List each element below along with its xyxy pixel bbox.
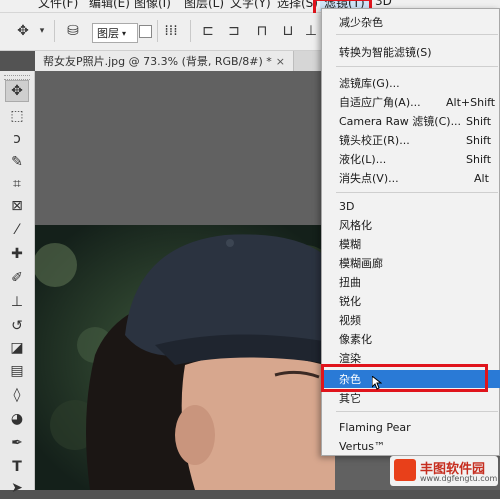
mouse-cursor-icon xyxy=(372,376,382,390)
dodge-tool-icon[interactable]: ◕ xyxy=(5,408,29,430)
watermark-url: www.dgfengtu.com xyxy=(420,474,498,483)
menu-image[interactable]: 图像(I) xyxy=(134,0,171,11)
menu-separator xyxy=(336,34,498,35)
brush-tool-icon[interactable]: ✐ xyxy=(5,267,29,289)
eraser-tool-icon[interactable]: ◪ xyxy=(5,337,29,359)
type-tool-icon[interactable]: T xyxy=(5,456,29,478)
chevron-down-icon[interactable]: ▾ xyxy=(36,21,48,41)
tools-panel: ✥ ⬚ ↄ ✎ ⌗ ⊠ ⁄ ✚ ✐ ⊥ ↺ ◪ ▤ ◊ ◕ ✒ T ➤ xyxy=(0,71,35,496)
menu-3d[interactable]: 3D xyxy=(375,0,392,8)
shortcut-label: Alt+Shift xyxy=(446,95,496,109)
layer-select-dropdown[interactable]: 图层 ▾ xyxy=(92,23,138,43)
document-tab-title: 帮女友P照片.jpg @ 73.3% (背景, RGB/8#) * xyxy=(43,55,272,68)
align-top-icon[interactable]: ⊔ xyxy=(278,21,298,41)
eyedropper-tool-icon[interactable]: ⁄ xyxy=(5,219,29,241)
align-bottom-icon[interactable]: ⊥ xyxy=(304,21,318,41)
history-brush-tool-icon[interactable]: ↺ xyxy=(5,315,29,337)
menu-item-pixelate[interactable]: 像素化 xyxy=(322,330,500,348)
menu-separator xyxy=(336,411,498,412)
menu-item-convert-smart-filter[interactable]: 转换为智能滤镜(S) xyxy=(322,43,500,61)
shortcut-label: Alt xyxy=(474,171,489,185)
menu-item-reduce-noise[interactable]: 减少杂色 xyxy=(322,13,500,31)
align-center-icon[interactable]: ⊐ xyxy=(224,21,244,41)
menu-layer[interactable]: 图层(L) xyxy=(184,0,224,11)
menu-item-blur-gallery[interactable]: 模糊画廊 xyxy=(322,254,500,272)
menu-item-camera-raw[interactable]: Camera Raw 滤镜(C)... Shift xyxy=(322,112,500,130)
menu-item-lens-correction[interactable]: 镜头校正(R)... Shift xyxy=(322,131,500,149)
menu-item-blur[interactable]: 模糊 xyxy=(322,235,500,253)
separator xyxy=(54,20,55,42)
menu-select[interactable]: 选择(S) xyxy=(277,0,318,11)
menu-item-adaptive-wide-angle[interactable]: 自适应广角(A)... Alt+Shift xyxy=(322,93,500,111)
menu-type[interactable]: 文字(Y) xyxy=(230,0,271,11)
watermark-logo-icon xyxy=(394,459,416,481)
noise-item-highlight-box xyxy=(321,364,488,392)
quick-select-tool-icon[interactable]: ✎ xyxy=(5,151,29,173)
blur-tool-icon[interactable]: ◊ xyxy=(5,384,29,406)
layer-select-value: 图层 xyxy=(97,27,119,40)
chevron-down-icon: ▾ xyxy=(122,28,127,38)
shortcut-label: Shift xyxy=(466,152,492,166)
path-selection-tool-icon[interactable]: ➤ xyxy=(5,477,29,499)
menu-item-sharpen[interactable]: 锐化 xyxy=(322,292,500,310)
crop-tool-icon[interactable]: ⌗ xyxy=(5,173,29,195)
shortcut-label: Shift xyxy=(466,133,492,147)
frame-tool-icon[interactable]: ⊠ xyxy=(5,195,29,217)
marquee-tool-icon[interactable]: ⬚ xyxy=(5,105,29,127)
gradient-tool-icon[interactable]: ▤ xyxy=(5,360,29,382)
menu-file[interactable]: 文件(F) xyxy=(38,0,78,11)
align-right-icon[interactable]: ⊓ xyxy=(252,21,272,41)
menu-item-video[interactable]: 视频 xyxy=(322,311,500,329)
move-tool-icon[interactable]: ✥ xyxy=(5,80,29,102)
separator xyxy=(157,20,158,42)
photo-illustration xyxy=(35,225,335,490)
shortcut-label: Shift xyxy=(466,114,492,128)
auto-select-icon[interactable]: ⛁ xyxy=(62,21,84,41)
align-left-icon[interactable]: ⊏ xyxy=(198,21,218,41)
healing-brush-tool-icon[interactable]: ✚ xyxy=(5,243,29,265)
menu-edit[interactable]: 编辑(E) xyxy=(89,0,130,11)
menu-item-vanishing-point[interactable]: 消失点(V)... Alt xyxy=(322,169,500,187)
close-icon[interactable]: × xyxy=(276,55,285,68)
clone-stamp-tool-icon[interactable]: ⊥ xyxy=(5,291,29,313)
menu-item-liquify[interactable]: 液化(L)... Shift xyxy=(322,150,500,168)
move-tool-option-icon[interactable]: ✥ xyxy=(10,21,36,41)
menu-item-flaming-pear[interactable]: Flaming Pear xyxy=(322,418,500,436)
document-tab[interactable]: 帮女友P照片.jpg @ 73.3% (背景, RGB/8#) * × xyxy=(35,51,295,71)
separator xyxy=(190,20,191,42)
menu-item-vertus[interactable]: Vertus™ xyxy=(322,437,500,455)
photo-image xyxy=(35,225,335,490)
distribute-grid-icon[interactable]: ⁞⁞⁞ xyxy=(160,21,182,41)
lasso-tool-icon[interactable]: ↄ xyxy=(5,128,29,150)
menu-separator xyxy=(336,192,498,193)
menu-item-filter-gallery[interactable]: 滤镜库(G)... xyxy=(322,74,500,92)
menu-separator xyxy=(336,66,498,67)
show-transform-checkbox[interactable] xyxy=(139,25,152,38)
pen-tool-icon[interactable]: ✒ xyxy=(5,432,29,454)
menu-item-distort[interactable]: 扭曲 xyxy=(322,273,500,291)
menu-item-3d[interactable]: 3D xyxy=(322,197,500,215)
site-watermark: 丰图软件园 www.dgfengtu.com xyxy=(390,456,498,486)
menu-item-stylize[interactable]: 风格化 xyxy=(322,216,500,234)
